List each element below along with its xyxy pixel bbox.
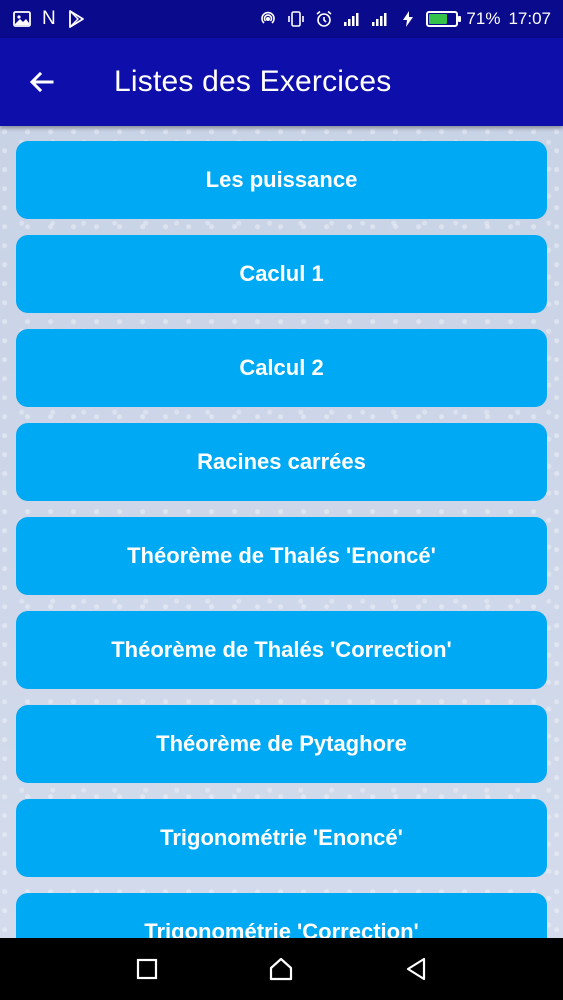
battery-level <box>429 14 448 24</box>
signal-1-icon <box>342 9 362 29</box>
exercise-button[interactable]: Théorème de Pytaghore <box>16 705 547 783</box>
home-button[interactable] <box>251 939 311 999</box>
recents-square-icon <box>137 958 158 980</box>
exercise-button[interactable]: Caclul 1 <box>16 235 547 313</box>
recents-button[interactable] <box>117 939 177 999</box>
app-bar: Listes des Exercices <box>0 38 563 126</box>
system-back-button[interactable] <box>386 939 446 999</box>
back-button[interactable] <box>2 38 82 126</box>
exercise-button[interactable]: Calcul 2 <box>16 329 547 407</box>
status-right-icons: 71% 17:07 <box>258 9 551 29</box>
n-notification-icon: N <box>42 8 56 29</box>
alarm-icon <box>314 9 334 29</box>
signal-2-icon <box>370 9 390 29</box>
vibrate-icon <box>286 9 306 29</box>
page-title: Listes des Exercices <box>114 65 392 98</box>
charging-icon <box>398 9 418 29</box>
hotspot-icon <box>258 9 278 29</box>
exercise-list-container[interactable]: Les puissance Caclul 1 Calcul 2 Racines car… <box>0 126 563 938</box>
arrow-left-icon <box>29 71 54 93</box>
exercise-button[interactable]: Les puissance <box>16 141 547 219</box>
status-bar: N 71% 17:07 <box>0 0 563 38</box>
exercise-list: Les puissance Caclul 1 Calcul 2 Racines car… <box>0 126 563 938</box>
exercise-button[interactable]: Racines carrées <box>16 423 547 501</box>
battery-icon <box>426 11 462 27</box>
exercise-button[interactable]: Trigonométrie 'Correction' <box>16 893 547 938</box>
back-triangle-icon <box>406 957 425 981</box>
clock: 17:07 <box>508 9 551 28</box>
exercise-button[interactable]: Trigonométrie 'Enoncé' <box>16 799 547 877</box>
play-store-icon <box>66 9 86 29</box>
image-icon <box>12 9 32 29</box>
exercise-button[interactable]: Théorème de Thalés 'Enoncé' <box>16 517 547 595</box>
battery-percent: 71% <box>466 9 501 28</box>
exercise-button[interactable]: Théorème de Thalés 'Correction' <box>16 611 547 689</box>
status-left-icons: N <box>12 8 86 30</box>
home-icon <box>270 957 293 981</box>
navigation-bar <box>0 938 563 1000</box>
